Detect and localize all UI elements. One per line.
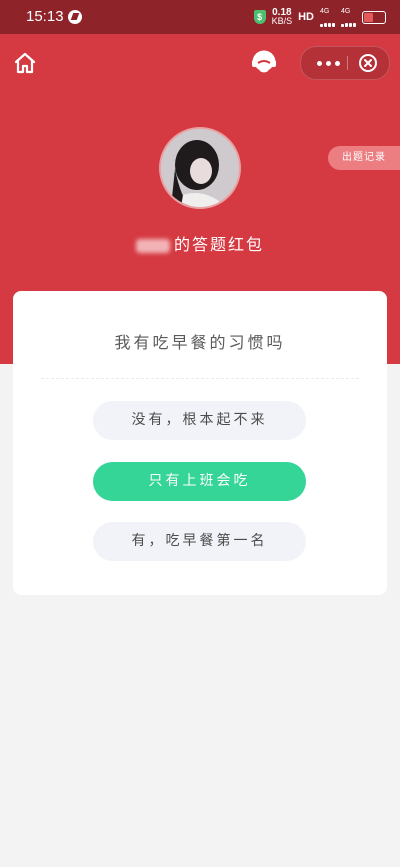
headset-icon[interactable] [249, 47, 279, 77]
answer-option-1[interactable]: 没有，根本起不来 [93, 401, 306, 440]
quiz-card: 我有吃早餐的习惯吗 没有，根本起不来 只有上班会吃 有，吃早餐第一名 [13, 291, 387, 595]
status-time: 15:13 [26, 8, 64, 25]
signal-2-icon: 4G [341, 8, 356, 27]
more-dots-icon[interactable] [309, 47, 347, 79]
network-speed: 0.18 KB/S [271, 7, 293, 26]
avatar-image [161, 129, 239, 207]
notification-app-icon [68, 10, 82, 24]
capsule-divider [347, 56, 348, 70]
signal-1-icon: 4G [320, 8, 335, 27]
answer-option-3[interactable]: 有，吃早餐第一名 [93, 522, 306, 561]
battery-icon [362, 10, 386, 24]
blurred-username [135, 238, 170, 253]
status-indicators: $ 0.18 KB/S HD 4G 4G [253, 7, 386, 27]
quiz-record-button[interactable]: 出题记录 [328, 146, 400, 170]
dashed-divider [41, 378, 359, 379]
security-shield-icon: $ [253, 10, 266, 24]
close-circle-icon[interactable] [358, 53, 378, 73]
mini-program-capsule [300, 46, 390, 80]
page-title: 的答题红包 [0, 231, 400, 255]
answer-option-2-selected[interactable]: 只有上班会吃 [93, 462, 306, 501]
avatar [159, 127, 241, 209]
question-text: 我有吃早餐的习惯吗 [114, 333, 286, 352]
home-icon[interactable] [12, 50, 38, 76]
status-bar: 15:13 $ 0.18 KB/S HD 4G 4G [0, 0, 400, 34]
hd-indicator: HD [298, 11, 314, 23]
